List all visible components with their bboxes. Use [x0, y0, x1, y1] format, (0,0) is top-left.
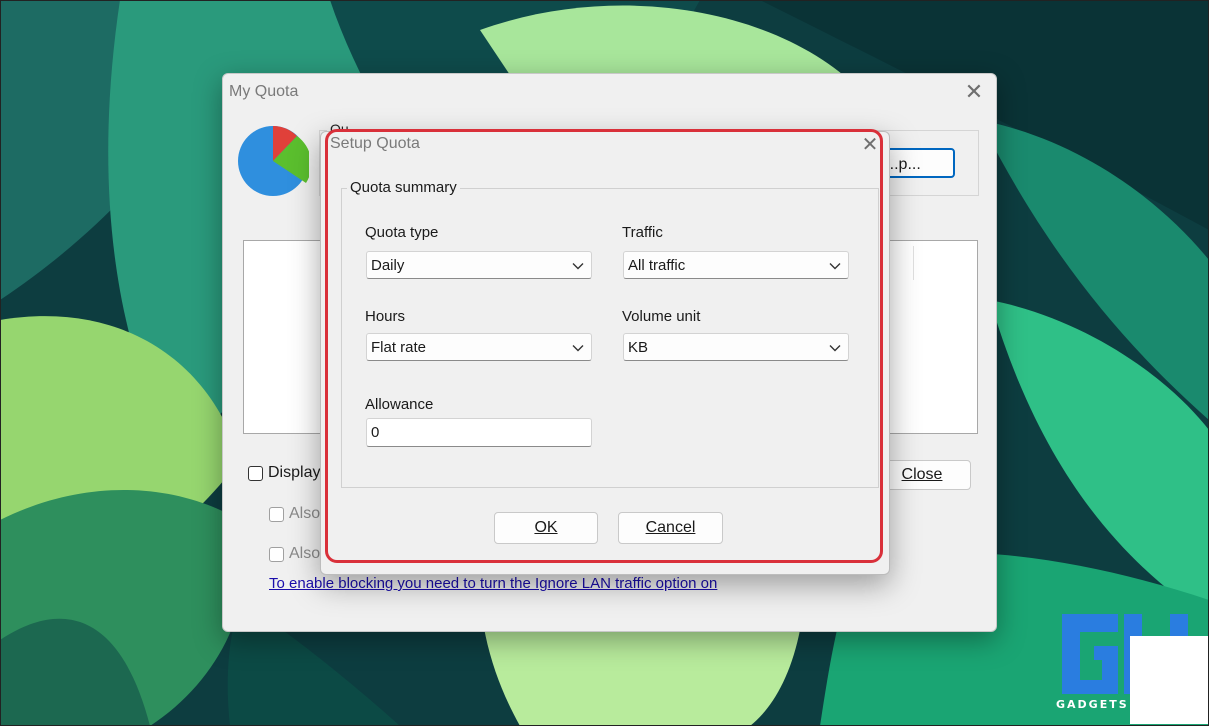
traffic-label: Traffic — [622, 224, 663, 241]
close-icon[interactable]: ✕ — [859, 134, 881, 156]
traffic-value: All traffic — [628, 257, 686, 274]
also-checkbox-2-label: Also — [289, 545, 321, 562]
setup-quota-dialog: Setup Quota ✕ Quota summary Quota type D… — [320, 131, 890, 575]
watermark-white-block — [1130, 636, 1208, 724]
ok-button[interactable]: OK — [494, 512, 598, 544]
cancel-button[interactable]: Cancel — [618, 512, 723, 544]
hours-label: Hours — [365, 308, 406, 325]
close-icon[interactable]: ✕ — [962, 80, 986, 104]
volume-unit-value: KB — [628, 339, 649, 356]
hours-value: Flat rate — [371, 339, 427, 356]
list-column-separator — [913, 246, 914, 280]
display-checkbox[interactable]: Display — [248, 464, 320, 482]
window-title: My Quota — [229, 83, 299, 100]
traffic-dropdown[interactable]: All traffic — [623, 251, 849, 279]
checkbox-box[interactable] — [248, 465, 263, 481]
cancel-button-label: Cancel — [645, 519, 696, 536]
chevron-down-icon — [829, 263, 841, 270]
watermark-text: GADGETS — [1056, 698, 1129, 711]
chevron-down-icon — [572, 263, 584, 270]
allowance-label: Allowance — [365, 396, 434, 413]
also-checkbox-1-label: Also — [289, 505, 321, 522]
enable-blocking-link[interactable]: To enable blocking you need to turn the … — [269, 575, 717, 592]
chevron-down-icon — [829, 345, 841, 352]
volume-unit-label: Volume unit — [622, 308, 701, 325]
ok-button-label: OK — [534, 519, 558, 536]
display-checkbox-label: Display — [268, 464, 321, 481]
pie-chart-icon — [238, 126, 309, 196]
close-button-label: Close — [901, 466, 943, 483]
chevron-down-icon — [572, 345, 584, 352]
quota-summary-label: Quota summary — [347, 179, 460, 196]
dialog-title: Setup Quota — [330, 135, 420, 152]
also-checkbox-2[interactable]: Also — [269, 545, 320, 563]
quota-type-value: Daily — [371, 257, 405, 274]
quota-type-dropdown[interactable]: Daily — [366, 251, 592, 279]
checkbox-box[interactable] — [269, 506, 284, 522]
also-checkbox-1[interactable]: Also — [269, 505, 320, 523]
checkbox-box[interactable] — [269, 546, 284, 562]
allowance-input[interactable] — [366, 418, 592, 447]
hours-dropdown[interactable]: Flat rate — [366, 333, 592, 361]
quota-type-label: Quota type — [365, 224, 439, 241]
volume-unit-dropdown[interactable]: KB — [623, 333, 849, 361]
